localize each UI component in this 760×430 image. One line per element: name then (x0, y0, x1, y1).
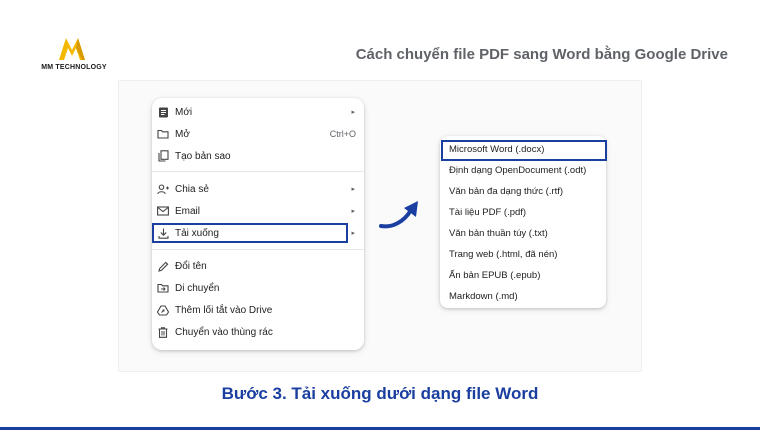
docx-highlight-box (441, 140, 607, 161)
menu-item-label: Tạo bản sao (175, 150, 231, 162)
pencil-icon (157, 260, 169, 272)
doc-icon (157, 106, 169, 118)
menu-item-rename[interactable]: Đổi tên (152, 255, 364, 277)
move-folder-icon (157, 282, 169, 294)
submenu-item-rtf[interactable]: Văn bản đa dạng thức (.rtf) (449, 186, 563, 197)
submenu-item-md[interactable]: Markdown (.md) (449, 291, 518, 302)
menu-item-label: Di chuyển (175, 282, 220, 294)
menu-divider (152, 249, 364, 250)
submenu-item-odt[interactable]: Định dạng OpenDocument (.odt) (449, 165, 586, 176)
menu-item-label: Mở (175, 128, 190, 140)
menu-item-label: Chuyển vào thùng rác (175, 326, 273, 338)
brand-logo: MM TECHNOLOGY (34, 36, 114, 71)
menu-item-label: Mới (175, 106, 193, 118)
menu-item-new[interactable]: Mới ▸ (152, 101, 364, 123)
menu-item-add-shortcut[interactable]: Thêm lối tắt vào Drive (152, 299, 364, 321)
menu-item-move[interactable]: Di chuyển (152, 277, 364, 299)
download-submenu: Microsoft Word (.docx) Định dạng OpenDoc… (440, 136, 606, 308)
curved-arrow-icon (379, 201, 418, 229)
share-person-icon (157, 183, 169, 195)
drive-shortcut-icon (157, 304, 169, 316)
menu-divider (152, 171, 364, 172)
submenu-arrow-icon: ▸ (351, 208, 355, 215)
submenu-item-epub[interactable]: Ấn bản EPUB (.epub) (449, 270, 540, 281)
menu-item-label: Chia sẻ (175, 183, 209, 195)
submenu-arrow-icon: ▸ (351, 230, 355, 237)
submenu-arrow-icon: ▸ (351, 186, 355, 193)
menu-item-label: Đổi tên (175, 260, 207, 272)
step-caption: Bước 3. Tải xuống dưới dạng file Word (221, 384, 539, 403)
menu-item-email[interactable]: Email ▸ (152, 200, 364, 222)
menu-item-share[interactable]: Chia sẻ ▸ (152, 178, 364, 200)
trash-icon (157, 326, 169, 338)
shortcut-label: Ctrl+O (329, 129, 356, 139)
menu-item-open[interactable]: Mở Ctrl+O (152, 123, 364, 145)
page-title: Cách chuyển file PDF sang Word bằng Goog… (355, 46, 728, 63)
mm-logo-icon (59, 38, 85, 60)
folder-icon (157, 128, 169, 140)
brand-name: MM TECHNOLOGY (41, 64, 107, 71)
submenu-item-html[interactable]: Trang web (.html, đã nén) (449, 249, 557, 260)
menu-item-label: Email (175, 205, 201, 217)
menu-item-make-copy[interactable]: Tạo bản sao (152, 145, 364, 167)
menu-item-trash[interactable]: Chuyển vào thùng rác (152, 321, 364, 343)
menu-item-label: Thêm lối tắt vào Drive (175, 304, 273, 316)
submenu-item-txt[interactable]: Văn bản thuần túy (.txt) (449, 228, 548, 239)
copy-icon (157, 150, 169, 162)
mail-icon (157, 205, 169, 217)
submenu-item-pdf[interactable]: Tài liệu PDF (.pdf) (449, 207, 526, 218)
submenu-arrow-icon: ▸ (351, 109, 355, 116)
download-highlight-box (152, 223, 348, 243)
